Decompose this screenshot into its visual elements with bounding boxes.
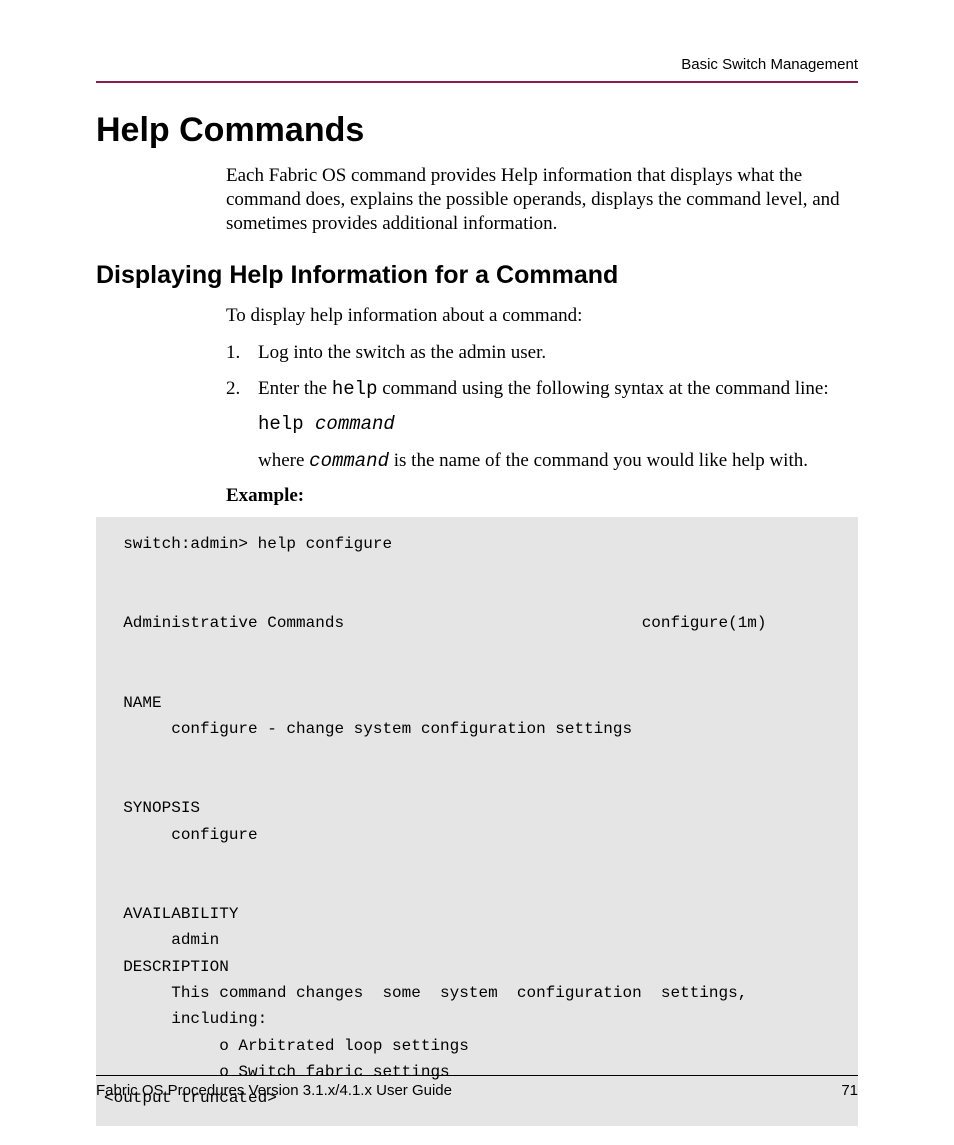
- step-2-pre: Enter the: [258, 378, 332, 399]
- footer: Fabric OS Procedures Version 3.1.x/4.1.x…: [96, 1075, 858, 1099]
- step-2-where: where command is the name of the command…: [258, 447, 858, 476]
- step-2-post: command using the following syntax at th…: [377, 378, 828, 399]
- footer-title: Fabric OS Procedures Version 3.1.x/4.1.x…: [96, 1082, 452, 1099]
- page: Basic Switch Management Help Commands Ea…: [0, 0, 954, 1145]
- step-2: Enter the help command using the followi…: [226, 376, 858, 476]
- example-label: Example:: [226, 485, 858, 507]
- header-section: Basic Switch Management: [96, 56, 858, 73]
- step-1: Log into the switch as the admin user.: [226, 340, 858, 366]
- step-2-cmd: help: [332, 378, 378, 400]
- where-post: is the name of the command you would lik…: [389, 450, 808, 471]
- code-block: switch:admin> help configure Administrat…: [96, 517, 858, 1126]
- heading-help-commands: Help Commands: [96, 111, 858, 150]
- intro-paragraph: Each Fabric OS command provides Help inf…: [226, 164, 858, 235]
- step-2-syntax: help command: [258, 410, 858, 439]
- where-pre: where: [258, 450, 309, 471]
- syntax-help: help: [258, 413, 315, 435]
- heading-displaying-help: Displaying Help Information for a Comman…: [96, 261, 858, 290]
- steps-list: Log into the switch as the admin user. E…: [226, 340, 858, 475]
- lead-paragraph: To display help information about a comm…: [226, 304, 858, 328]
- where-arg: command: [309, 450, 389, 472]
- header-rule: [96, 81, 858, 83]
- syntax-arg: command: [315, 413, 395, 435]
- footer-page-number: 71: [841, 1082, 858, 1099]
- step-1-text: Log into the switch as the admin user.: [258, 342, 546, 363]
- footer-rule: [96, 1075, 858, 1076]
